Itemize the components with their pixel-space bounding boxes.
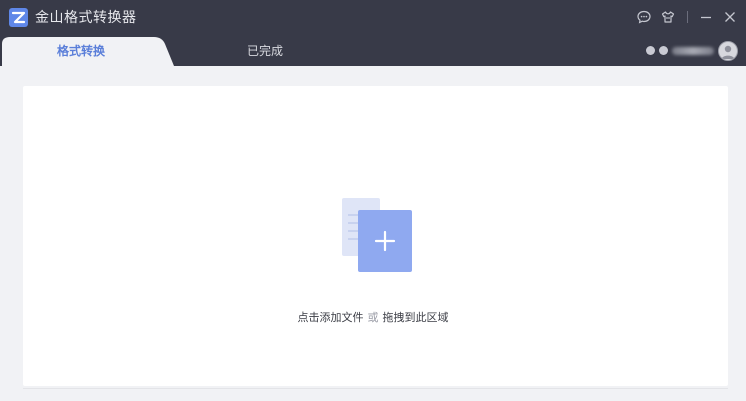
add-file-icon[interactable] (340, 196, 414, 274)
drop-hint: 点击添加文件或拖拽到此区域 (0, 309, 746, 327)
shirt-icon[interactable] (660, 9, 676, 25)
username-blurred (672, 47, 714, 55)
tab-label: 格式转换 (56, 44, 105, 58)
bottom-divider (23, 388, 728, 389)
chat-bubble-icon[interactable] (636, 9, 652, 25)
tab-completed[interactable]: 已完成 (190, 36, 340, 66)
title-bar: 金山格式转换器 (0, 0, 746, 36)
kingsoft-z-logo-icon (9, 8, 28, 27)
user-avatar-icon[interactable] (718, 41, 738, 61)
settings-dot-icon (659, 46, 668, 55)
drag-hint-text: 拖拽到此区域 (382, 311, 449, 324)
settings-dot-icon (646, 46, 655, 55)
close-icon[interactable] (722, 9, 738, 25)
minimize-icon[interactable] (698, 9, 714, 25)
tab-bar: 格式转换 已完成 (0, 36, 746, 66)
app-title: 金山格式转换器 (35, 10, 137, 26)
click-add-file-link[interactable]: 点击添加文件 (298, 311, 364, 324)
title-separator (687, 11, 688, 23)
user-area[interactable] (644, 40, 740, 62)
tab-format-convert[interactable]: 格式转换 (2, 36, 174, 66)
hint-or: 或 (367, 311, 379, 324)
